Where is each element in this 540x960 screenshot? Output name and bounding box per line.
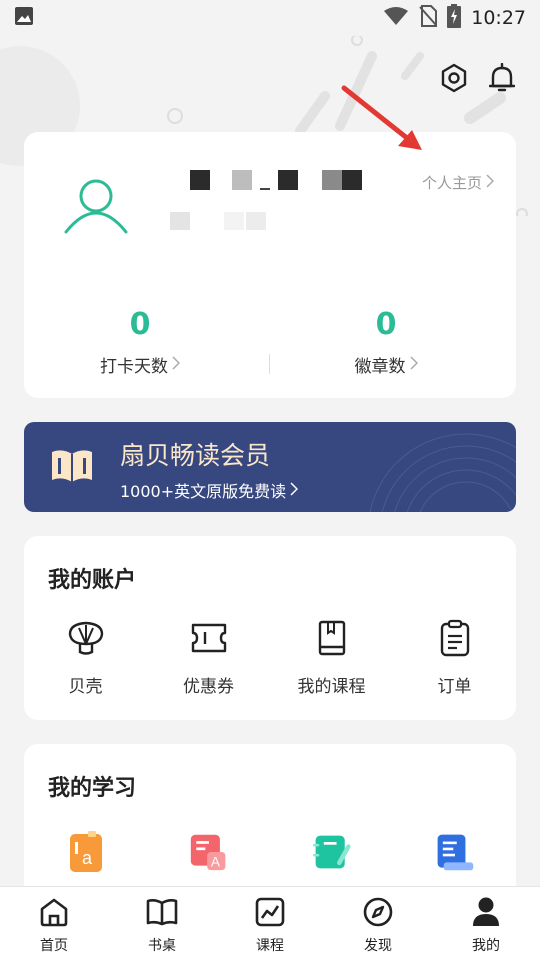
avatar[interactable] [62,172,130,240]
coupon-icon [189,618,229,658]
nav-item-home[interactable]: 首页 [0,887,108,960]
svg-text:A: A [210,855,220,870]
orders-item[interactable]: 订单 [393,618,516,697]
profile-card: 个人主页 0 打卡天数 0 徽章数 [24,132,516,398]
coupons-item[interactable]: 优惠券 [147,618,270,697]
open-book-icon [50,448,94,486]
book-open-icon [145,895,179,929]
vip-title: 扇贝畅读会员 [120,441,271,470]
my-courses-item[interactable]: 我的课程 [270,618,393,697]
shell-icon [66,618,106,658]
user-id-redacted [170,212,266,230]
stat-divider [269,354,270,374]
vip-subtitle: 1000+英文原版免费读 [120,482,287,501]
chart-icon [253,895,287,929]
badge-count-stat[interactable]: 0 徽章数 [306,308,466,377]
compass-icon [361,895,395,929]
bottom-nav: 首页 书桌 课程 发现 我的 [0,886,540,960]
my-study-card: 我的学习 a A [24,744,516,904]
section-title: 我的学习 [48,776,137,801]
vip-membership-banner[interactable]: 扇贝畅读会员 1000+英文原版免费读 [24,422,516,512]
chevron-right-icon [172,355,181,375]
status-time: 10:27 [471,7,526,29]
shells-item[interactable]: 贝壳 [24,618,147,697]
banner-rings-decoration [369,433,516,512]
word-book-icon: A [189,832,229,872]
notebook-icon [312,832,352,872]
header-actions [440,62,516,94]
no-sim-icon [419,5,438,31]
nav-label: 我的 [472,938,500,954]
orders-label: 订单 [437,677,472,697]
coupons-label: 优惠券 [183,677,234,697]
bell-icon[interactable] [488,62,516,94]
course-book-icon [312,618,352,658]
checkin-days-stat[interactable]: 0 打卡天数 [60,308,220,377]
badge-count-value: 0 [375,307,397,342]
study-item-notebook[interactable] [270,832,393,872]
study-item-wordbook[interactable]: A [147,832,270,872]
battery-charging-icon [447,4,462,32]
annotation-arrow-icon [341,85,422,150]
my-courses-label: 我的课程 [297,677,366,697]
status-bar: 10:27 [0,0,540,36]
order-clipboard-icon [435,618,475,658]
badge-count-label: 徽章数 [354,357,406,377]
nav-item-mine[interactable]: 我的 [432,887,540,960]
wifi-icon [383,6,409,30]
chevron-right-icon [409,355,418,375]
username-redacted [190,170,362,190]
svg-text:a: a [82,848,93,868]
vocabulary-icon: a [66,831,106,872]
study-item-document[interactable] [393,832,516,872]
settings-hexagon-icon[interactable] [440,62,468,94]
image-notification-icon [14,6,34,30]
nav-item-discover[interactable]: 发现 [324,887,432,960]
nav-item-courses[interactable]: 课程 [216,887,324,960]
document-icon [435,832,475,872]
shells-label: 贝壳 [68,677,103,697]
my-account-card: 我的账户 贝壳 优惠券 我的课程 订单 [24,536,516,720]
nav-label: 课程 [256,938,284,954]
checkin-days-label: 打卡天数 [100,357,168,377]
nav-label: 发现 [364,938,392,954]
study-item-vocabulary[interactable]: a [24,831,147,872]
nav-label: 首页 [40,938,68,954]
profile-home-label: 个人主页 [421,174,482,192]
nav-item-desk[interactable]: 书桌 [108,887,216,960]
checkin-days-value: 0 [129,307,151,342]
section-title: 我的账户 [48,568,137,593]
home-icon [37,895,71,929]
chevron-right-icon [290,481,299,500]
profile-home-link[interactable]: 个人主页 [421,172,495,193]
person-icon [469,895,503,929]
nav-label: 书桌 [148,938,176,954]
chevron-right-icon [486,173,495,192]
